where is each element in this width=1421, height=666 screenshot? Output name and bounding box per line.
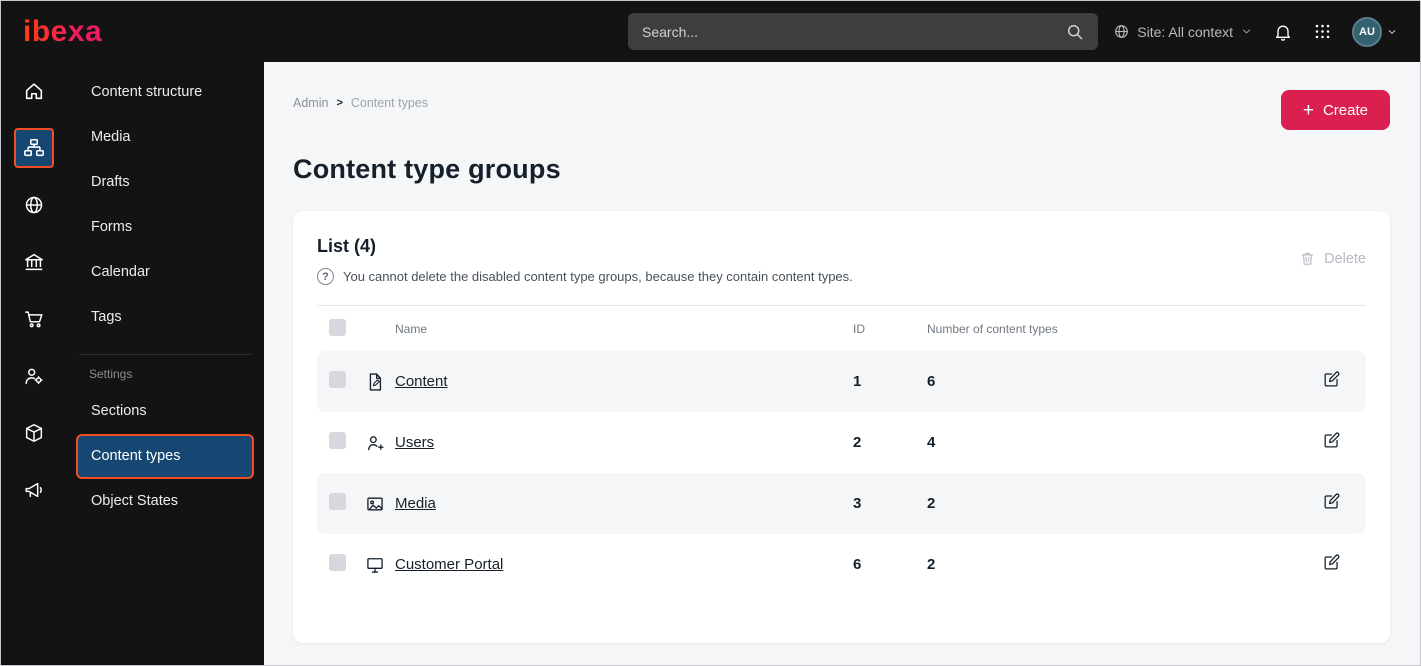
group-link[interactable]: Media (395, 495, 436, 512)
list-title: List (4) (317, 236, 377, 256)
plus-icon: + (1302, 99, 1314, 121)
image-icon (365, 494, 395, 514)
avatar: AU (1352, 16, 1382, 47)
sidebar-item-drafts[interactable]: Drafts (76, 160, 254, 205)
topbar: ibexa Site: All context (1, 1, 1420, 62)
topbar-right: Site: All context AU (1113, 16, 1398, 47)
rail-item-content[interactable] (13, 128, 54, 168)
select-all-checkbox[interactable] (329, 319, 346, 336)
create-button-label: Create (1322, 101, 1368, 119)
sidebar-divider (79, 354, 251, 355)
ibexa-logo[interactable]: ibexa (23, 16, 102, 47)
rail-item-admin[interactable] (14, 242, 54, 282)
sidebar-item-content-structure[interactable]: Content structure (76, 70, 254, 115)
group-link[interactable]: Customer Portal (395, 556, 503, 573)
home-icon (23, 80, 45, 102)
row-checkbox[interactable] (329, 553, 346, 571)
monitor-icon (365, 555, 395, 575)
row-checkbox[interactable] (329, 431, 346, 449)
globe-icon (23, 194, 45, 216)
table-row: Media 3 2 (317, 473, 1366, 534)
group-count: 4 (927, 434, 936, 451)
group-id: 1 (853, 373, 862, 390)
table-row: Content 1 6 (317, 351, 1366, 412)
sidebar-item-content-types[interactable]: Content types (76, 434, 254, 479)
ibexa-admin-window: ibexa Site: All context (0, 0, 1421, 666)
notifications-button[interactable] (1273, 22, 1293, 42)
info-text: You cannot delete the disabled content t… (343, 269, 853, 284)
rail-item-dashboard[interactable] (14, 71, 54, 111)
group-id: 2 (853, 434, 862, 451)
delete-button-label: Delete (1324, 250, 1366, 267)
group-count: 6 (927, 373, 936, 390)
search-input[interactable] (642, 23, 1065, 40)
grid-icon (1313, 22, 1332, 41)
bell-icon (1273, 22, 1293, 42)
sidebar-item-sections[interactable]: Sections (76, 389, 254, 434)
rail-item-marketing[interactable] (14, 470, 54, 510)
page-body: Content structure Media Drafts Forms Cal… (1, 62, 1420, 665)
sidebar-item-tags[interactable]: Tags (76, 295, 254, 340)
cart-icon (23, 308, 45, 330)
search-icon (1065, 22, 1084, 41)
group-id: 3 (853, 495, 862, 512)
content-type-groups-card: List (4) ? You cannot delete the disable… (293, 211, 1390, 643)
group-count: 2 (927, 495, 936, 512)
sidebar: Content structure Media Drafts Forms Cal… (66, 62, 264, 665)
sitemap-icon (23, 137, 45, 159)
globe-icon (1113, 23, 1130, 40)
sidebar-item-object-states[interactable]: Object States (76, 479, 254, 524)
user-menu[interactable]: AU (1352, 16, 1398, 47)
site-context-selector[interactable]: Site: All context (1113, 23, 1253, 40)
create-button[interactable]: + Create (1280, 90, 1390, 130)
sidebar-item-forms[interactable]: Forms (76, 205, 254, 250)
edit-group-button[interactable] (1322, 431, 1341, 450)
row-checkbox[interactable] (329, 370, 346, 388)
delete-button[interactable]: Delete (1299, 236, 1366, 267)
global-search[interactable] (628, 13, 1098, 50)
rail-item-site[interactable] (14, 185, 54, 225)
megaphone-icon (23, 479, 45, 501)
edit-group-button[interactable] (1322, 370, 1341, 389)
group-id: 6 (853, 556, 862, 573)
edit-group-button[interactable] (1322, 492, 1341, 511)
sidebar-item-media[interactable]: Media (76, 115, 254, 160)
rail-item-commerce[interactable] (14, 299, 54, 339)
sidebar-settings-label: Settings (89, 367, 133, 381)
header-id: ID (853, 322, 865, 336)
page-title: Content type groups (293, 154, 561, 184)
chevron-down-icon (1240, 25, 1253, 38)
users-icon (365, 433, 395, 453)
main-content: Admin > Content types + Create Content t… (264, 62, 1420, 665)
edit-group-button[interactable] (1322, 553, 1341, 572)
icon-rail (1, 62, 66, 665)
user-gear-icon (23, 365, 45, 387)
question-icon: ? (317, 268, 334, 285)
sidebar-item-calendar[interactable]: Calendar (76, 250, 254, 295)
row-checkbox[interactable] (329, 492, 346, 510)
group-link[interactable]: Users (395, 434, 434, 451)
table-header: Name ID Number of content types (317, 305, 1366, 351)
site-context-label: Site: All context (1137, 23, 1233, 40)
table-row: Customer Portal 6 2 (317, 534, 1366, 595)
content-type-groups-table: Name ID Number of content types Content … (317, 305, 1366, 595)
rail-item-customers[interactable] (14, 356, 54, 396)
breadcrumb-admin[interactable]: Admin (293, 96, 328, 110)
header-name: Name (395, 322, 428, 336)
header-count: Number of content types (927, 322, 1058, 336)
file-icon (365, 372, 395, 392)
bank-icon (23, 251, 45, 273)
group-link[interactable]: Content (395, 373, 448, 390)
breadcrumb-separator: > (336, 97, 343, 109)
group-count: 2 (927, 556, 936, 573)
breadcrumb-content-types: Content types (350, 96, 429, 110)
apps-grid-button[interactable] (1313, 22, 1332, 41)
rail-item-products[interactable] (14, 413, 54, 453)
table-row: Users 2 4 (317, 412, 1366, 473)
chevron-down-icon (1386, 26, 1398, 38)
package-icon (23, 422, 45, 444)
breadcrumb: Admin > Content types (293, 90, 428, 110)
trash-icon (1299, 250, 1316, 267)
